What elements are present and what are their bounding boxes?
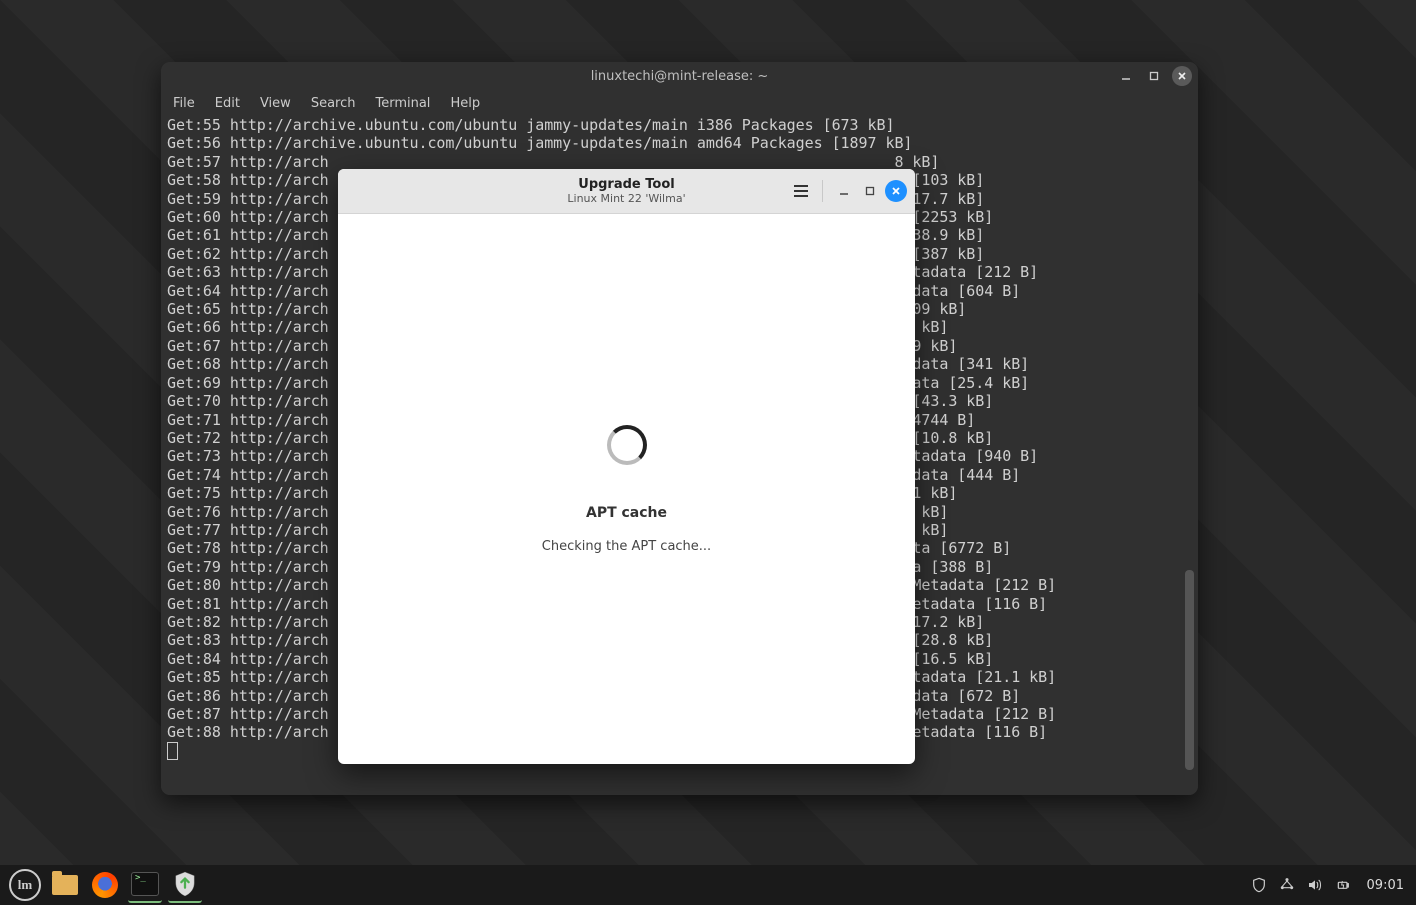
firefox-icon [92,872,118,898]
terminal-scroll-thumb[interactable] [1185,570,1194,770]
menu-terminal[interactable]: Terminal [375,96,430,111]
dialog-maximize-button[interactable] [859,180,881,202]
menu-help[interactable]: Help [450,96,480,111]
taskbar: lm 09:01 [0,865,1416,905]
minimize-button[interactable] [1116,66,1136,86]
terminal-titlebar[interactable]: linuxtechi@mint-release: ~ [161,62,1198,90]
taskbar-update-manager[interactable] [168,867,202,903]
taskbar-files[interactable] [48,868,82,902]
terminal-menubar: File Edit View Search Terminal Help [161,90,1198,116]
dialog-close-button[interactable] [885,180,907,202]
dialog-header[interactable]: Upgrade Tool Linux Mint 22 'Wilma' [338,169,915,214]
menu-edit[interactable]: Edit [215,96,240,111]
dialog-minimize-button[interactable] [833,180,855,202]
terminal-title: linuxtechi@mint-release: ~ [591,69,769,84]
close-button[interactable] [1172,66,1192,86]
apt-cache-message: Checking the APT cache... [542,539,711,554]
terminal-cursor [167,742,178,760]
start-menu-button[interactable]: lm [8,868,42,902]
terminal-icon [131,872,159,896]
dialog-body: APT cache Checking the APT cache... [338,214,915,764]
menu-file[interactable]: File [173,96,195,111]
network-tray-icon[interactable] [1279,877,1295,893]
maximize-button[interactable] [1144,66,1164,86]
menu-view[interactable]: View [260,96,291,111]
taskbar-clock[interactable]: 09:01 [1367,878,1404,893]
apt-cache-heading: APT cache [586,505,667,521]
taskbar-firefox[interactable] [88,868,122,902]
menu-search[interactable]: Search [311,96,356,111]
mint-logo-icon: lm [9,869,41,901]
separator [822,180,823,202]
system-tray: 09:01 [1251,877,1408,893]
security-tray-icon[interactable] [1251,877,1267,893]
hamburger-menu-button[interactable] [790,180,812,202]
volume-tray-icon[interactable] [1307,877,1323,893]
power-tray-icon[interactable] [1335,877,1351,893]
spinner-icon [607,425,647,465]
folder-icon [52,875,78,895]
upgrade-tool-dialog: Upgrade Tool Linux Mint 22 'Wilma' APT c… [338,169,915,764]
terminal-scrollbar[interactable] [1185,120,1194,791]
taskbar-terminal[interactable] [128,867,162,903]
update-shield-icon [174,871,196,897]
